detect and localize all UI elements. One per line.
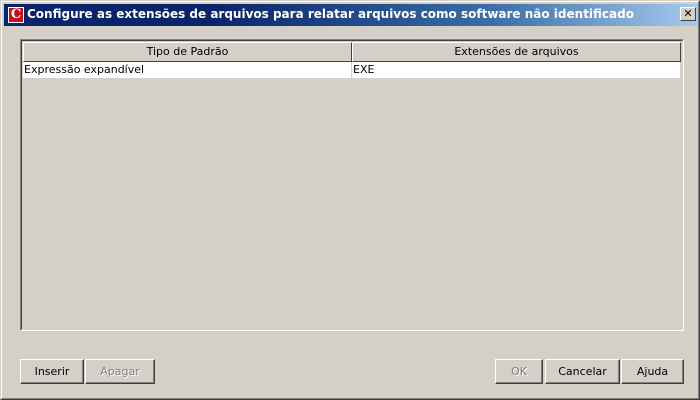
close-icon[interactable]: ✕: [680, 7, 696, 21]
extensions-table-frame: Tipo de Padrão Extensões de arquivos Exp…: [21, 40, 683, 330]
delete-button[interactable]: Apagar: [85, 359, 155, 384]
cell-pattern-type[interactable]: Expressão expandível: [23, 62, 352, 79]
extensions-table[interactable]: Tipo de Padrão Extensões de arquivos Exp…: [20, 39, 684, 331]
table-header: Tipo de Padrão Extensões de arquivos: [23, 42, 681, 62]
cell-extensions[interactable]: EXE: [352, 62, 681, 79]
cancel-button-label: Cancelar: [558, 365, 607, 378]
window-title: Configure as extensões de arquivos para …: [27, 7, 634, 21]
column-header-extensions[interactable]: Extensões de arquivos: [352, 42, 681, 62]
delete-button-label: Apagar: [100, 365, 140, 378]
column-header-pattern-type[interactable]: Tipo de Padrão: [23, 42, 352, 62]
help-button[interactable]: Ajuda: [621, 359, 684, 384]
app-icon: C: [8, 7, 24, 23]
ok-button[interactable]: OK: [495, 359, 543, 384]
insert-button-label: Inserir: [34, 365, 70, 378]
ok-button-label: OK: [511, 365, 527, 378]
title-bar[interactable]: C Configure as extensões de arquivos par…: [4, 4, 698, 26]
insert-button[interactable]: Inserir: [20, 359, 84, 384]
table-row[interactable]: Expressão expandível EXE: [23, 62, 681, 79]
dialog-window: C Configure as extensões de arquivos par…: [0, 0, 700, 400]
help-button-label: Ajuda: [636, 365, 669, 378]
cancel-button[interactable]: Cancelar: [545, 359, 620, 384]
dialog-frame: C Configure as extensões de arquivos par…: [1, 1, 699, 399]
